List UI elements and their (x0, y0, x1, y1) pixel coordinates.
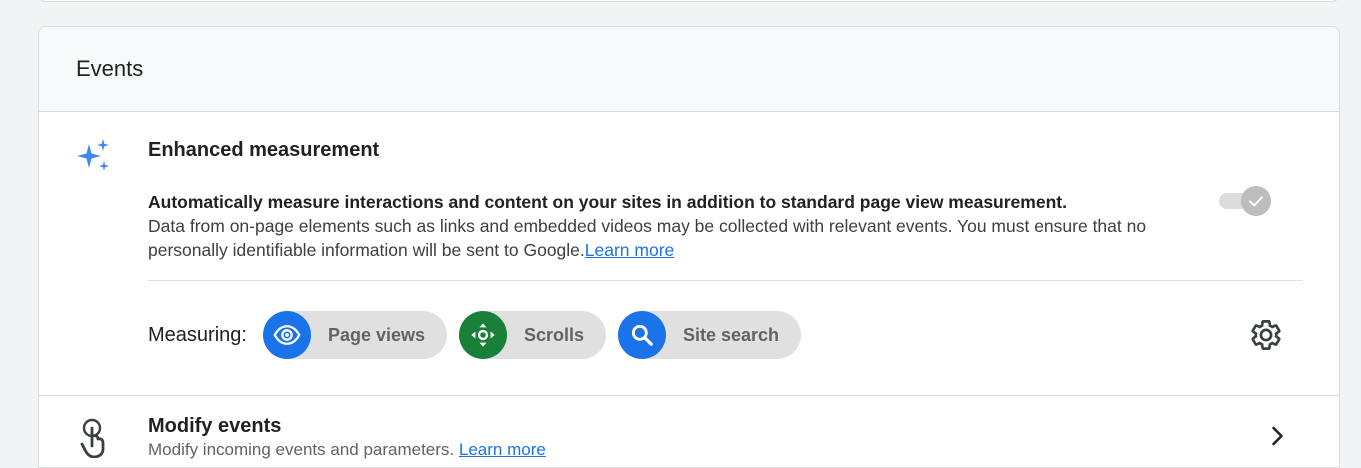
enhanced-measurement-title: Enhanced measurement (148, 139, 380, 161)
chip-label: Site search (683, 324, 780, 345)
enhanced-measurement-toggle[interactable] (1217, 184, 1273, 216)
chip-scrolls[interactable]: Scrolls (459, 311, 607, 359)
section-divider (148, 280, 1303, 281)
touch-pointer-icon (80, 418, 105, 458)
enhanced-measurement-description: Automatically measure interactions and c… (148, 190, 1208, 262)
previous-card (38, 0, 1340, 2)
events-title: Events (76, 56, 144, 81)
chip-site-search[interactable]: Site search (618, 311, 802, 359)
eye-icon (263, 311, 311, 359)
modify-events-row[interactable]: Modify events Modify incoming events and… (39, 396, 1339, 466)
chevron-right-icon[interactable] (1265, 424, 1289, 448)
measuring-label: Measuring: (148, 324, 247, 346)
gear-icon[interactable] (1249, 318, 1283, 352)
check-icon (1249, 196, 1263, 207)
scroll-arrows-icon (459, 311, 507, 359)
chip-page-views[interactable]: Page views (263, 311, 448, 359)
events-card-header: Events (39, 27, 1339, 112)
toggle-knob (1241, 186, 1271, 216)
modify-events-subtitle: Modify incoming events and parameters. L… (148, 440, 546, 460)
search-icon (618, 311, 666, 359)
enhanced-measurement-lead: Automatically measure interactions and c… (148, 192, 1067, 212)
learn-more-link[interactable]: Learn more (585, 240, 675, 260)
chip-label: Scrolls (524, 324, 585, 345)
sparkle-icon (77, 139, 109, 171)
modify-events-title: Modify events (148, 415, 282, 437)
events-card: Events Enhanced measurement Automaticall… (38, 26, 1340, 468)
chip-label: Page views (328, 324, 426, 345)
